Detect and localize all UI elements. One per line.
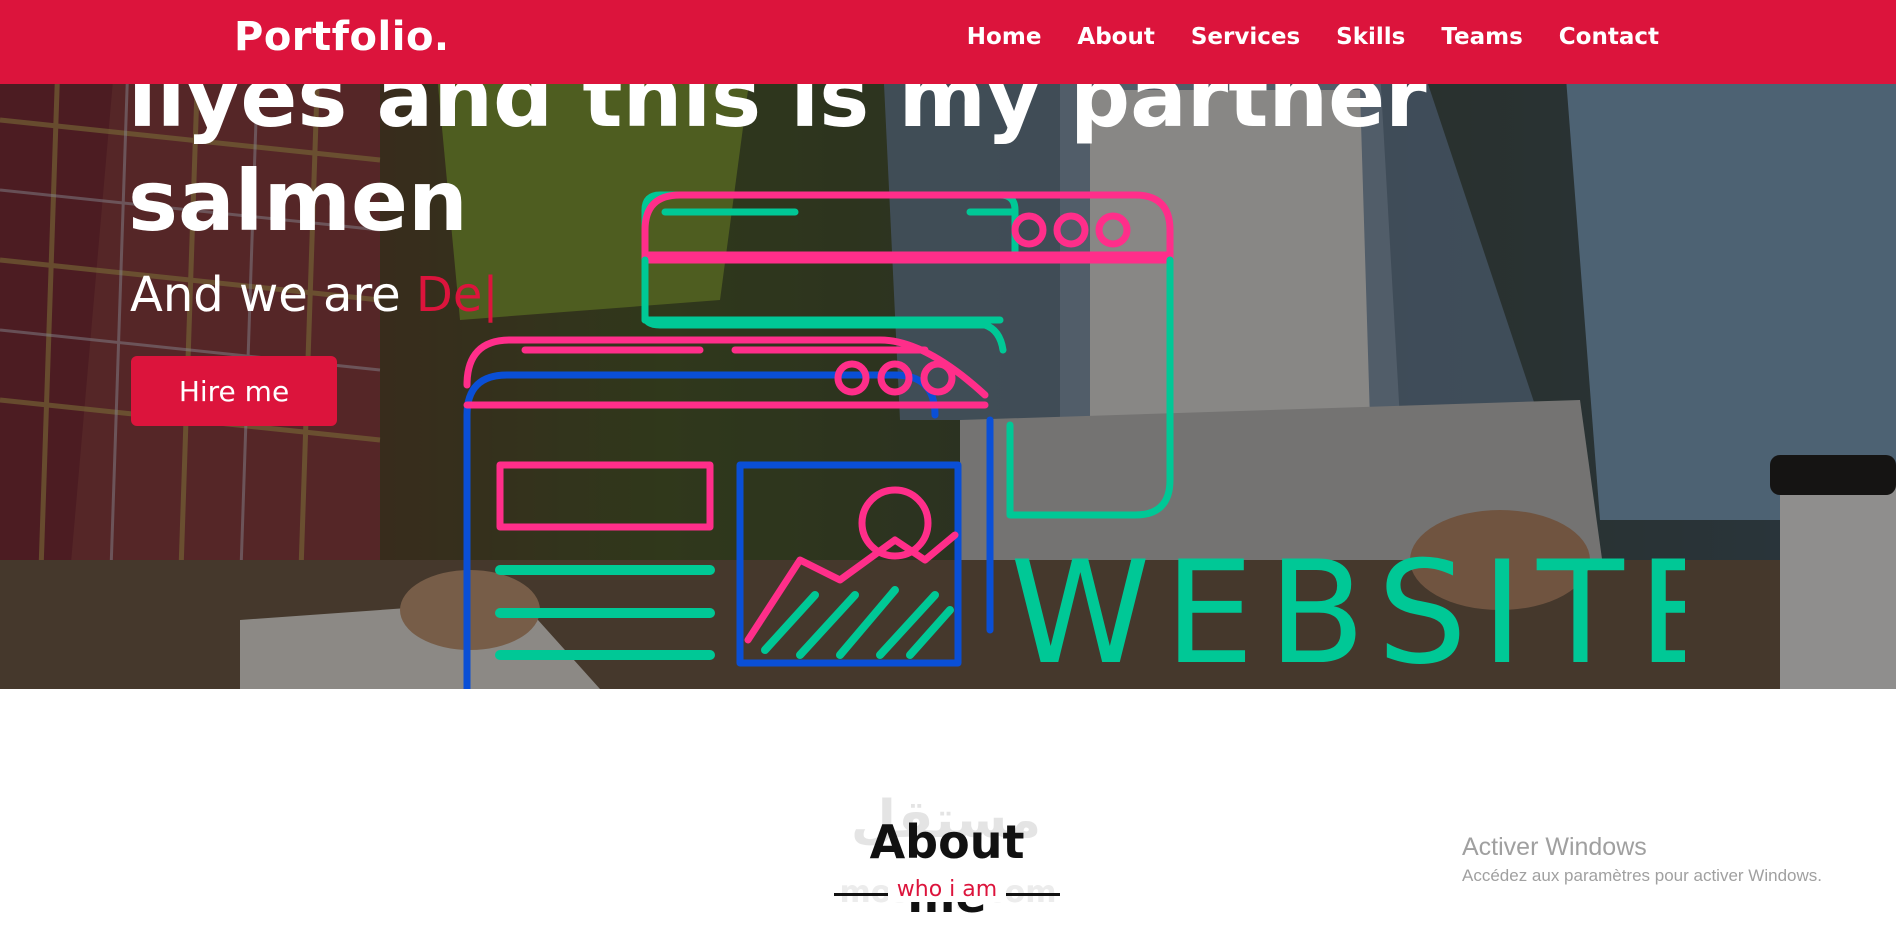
hero-section: WEBSITE ilyes and this is my partner sal… bbox=[0, 0, 1896, 689]
windows-activation-subtitle: Accédez aux paramètres pour activer Wind… bbox=[1462, 866, 1822, 885]
nav-item-about[interactable]: About bbox=[1077, 24, 1154, 50]
hire-me-button[interactable]: Hire me bbox=[131, 356, 337, 426]
nav-item-services[interactable]: Services bbox=[1191, 24, 1300, 50]
navbar: Portfolio. Home About Services Skills Te… bbox=[0, 0, 1896, 84]
about-title: About me bbox=[869, 815, 1025, 923]
nav-item-teams[interactable]: Teams bbox=[1441, 24, 1522, 50]
about-subtitle: who i am bbox=[888, 877, 1006, 902]
typing-cursor: | bbox=[482, 267, 499, 323]
nav-item-home[interactable]: Home bbox=[967, 24, 1042, 50]
nav-menu: Home About Services Skills Teams Contact bbox=[967, 24, 1659, 50]
windows-activation-title: Activer Windows bbox=[1462, 833, 1647, 861]
hero-subtitle: And we are De| bbox=[130, 267, 499, 323]
website-illustration: WEBSITE bbox=[463, 191, 1685, 689]
nav-item-contact[interactable]: Contact bbox=[1559, 24, 1659, 50]
about-section: مستقل mostaql.com About me who i am bbox=[0, 689, 1896, 930]
nav-item-skills[interactable]: Skills bbox=[1336, 24, 1405, 50]
hero-subtitle-prefix: And we are bbox=[130, 267, 416, 323]
illustration-word: WEBSITE bbox=[1010, 531, 1685, 689]
hero-typed-text: De bbox=[415, 267, 483, 323]
brand-logo[interactable]: Portfolio. bbox=[234, 14, 450, 60]
